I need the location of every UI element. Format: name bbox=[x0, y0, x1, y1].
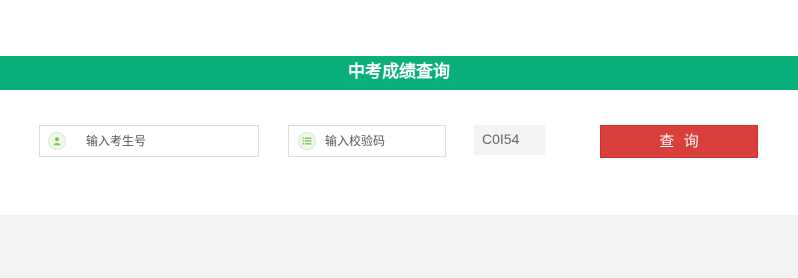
verify-code-field[interactable] bbox=[288, 125, 446, 157]
header-banner: 中考成绩查询 bbox=[0, 56, 798, 90]
page-title: 中考成绩查询 bbox=[348, 62, 450, 82]
captcha-image[interactable]: C0I54 bbox=[474, 125, 545, 155]
student-id-field[interactable] bbox=[39, 125, 259, 157]
footer-area bbox=[0, 215, 798, 278]
user-icon bbox=[48, 132, 66, 150]
list-icon bbox=[298, 132, 316, 150]
query-button[interactable]: 查 询 bbox=[600, 125, 758, 158]
student-id-input[interactable] bbox=[86, 126, 251, 156]
verify-code-input[interactable] bbox=[325, 126, 440, 156]
